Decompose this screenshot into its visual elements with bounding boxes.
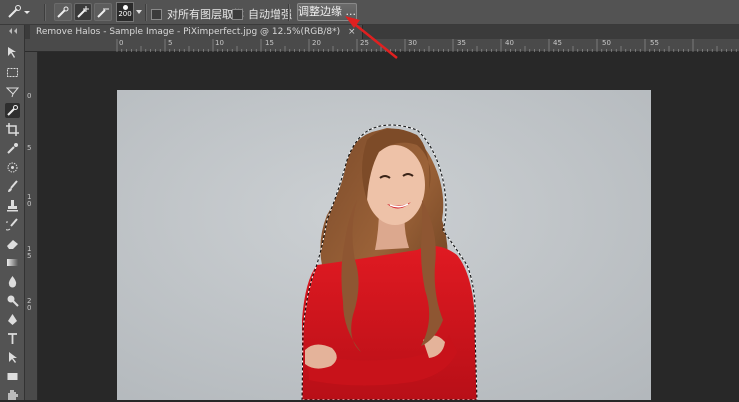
ruler-label: 45 bbox=[553, 39, 562, 47]
marquee-icon bbox=[7, 68, 18, 77]
type-icon bbox=[8, 333, 17, 344]
path-selection-tool[interactable] bbox=[5, 350, 20, 365]
ruler-label: 15 bbox=[265, 39, 274, 47]
document-tab-bar: Remove Halos - Sample Image - PiXimperfe… bbox=[25, 25, 739, 39]
sample-all-layers-checkbox[interactable]: 对所有图层取样 bbox=[151, 6, 244, 22]
eyedropper-icon bbox=[7, 143, 18, 154]
eraser-tool[interactable] bbox=[5, 236, 20, 251]
checkbox-box[interactable] bbox=[232, 8, 243, 20]
ruler-label: 5 bbox=[27, 144, 32, 152]
separator bbox=[44, 4, 46, 21]
ruler-label: 1 5 bbox=[27, 245, 32, 260]
ruler-label: 20 bbox=[312, 39, 321, 47]
image-canvas[interactable] bbox=[117, 90, 651, 400]
brush-subtract-icon bbox=[97, 8, 109, 18]
stamp-tool[interactable] bbox=[5, 198, 20, 213]
ruler-label: 2 0 bbox=[27, 297, 32, 312]
brush-tool[interactable] bbox=[5, 179, 20, 194]
ruler-label: 40 bbox=[505, 39, 514, 47]
ruler-label: 30 bbox=[408, 39, 417, 47]
gradient-icon bbox=[7, 259, 18, 266]
add-to-selection-button[interactable] bbox=[74, 3, 92, 21]
eraser-icon bbox=[7, 240, 18, 249]
quick-selection-icon bbox=[8, 5, 30, 18]
separator bbox=[288, 4, 290, 21]
brush-size-picker[interactable]: 200 bbox=[116, 2, 134, 22]
brush-icon bbox=[8, 180, 18, 192]
lasso-icon bbox=[6, 87, 19, 98]
type-tool[interactable] bbox=[5, 331, 20, 346]
healing-icon bbox=[7, 162, 18, 173]
gradient-tool[interactable] bbox=[5, 255, 20, 270]
hand-icon bbox=[8, 390, 18, 400]
dodge-icon bbox=[7, 295, 19, 307]
pen-tool[interactable] bbox=[5, 312, 20, 327]
document-title: Remove Halos - Sample Image - PiXimperfe… bbox=[36, 27, 341, 37]
ruler-label: 0 bbox=[119, 39, 124, 47]
quick-selection-tool[interactable] bbox=[5, 103, 20, 118]
move-tool[interactable] bbox=[5, 45, 20, 60]
history-brush-icon bbox=[6, 218, 18, 231]
history-brush-tool[interactable] bbox=[5, 217, 20, 232]
lasso-tool[interactable] bbox=[5, 84, 20, 99]
ruler-label: 5 bbox=[168, 39, 173, 47]
document-tab[interactable]: Remove Halos - Sample Image - PiXimperfe… bbox=[30, 25, 363, 39]
horizontal-ruler-ticks bbox=[116, 39, 737, 52]
dodge-tool[interactable] bbox=[5, 293, 20, 308]
auto-enhance-checkbox[interactable]: 自动增强 bbox=[232, 6, 292, 22]
brush-picker-chevron-icon[interactable] bbox=[136, 9, 142, 15]
ruler-label: 0 bbox=[27, 92, 32, 100]
options-bar: 200 对所有图层取样 自动增强 调整边缘 ... bbox=[0, 0, 739, 25]
ruler-label: 10 bbox=[215, 39, 224, 47]
move-icon bbox=[8, 47, 16, 58]
brush-new-icon bbox=[57, 6, 69, 18]
crop-tool[interactable] bbox=[5, 122, 20, 137]
ruler-label: 25 bbox=[360, 39, 369, 47]
ruler-label: 1 0 bbox=[27, 193, 32, 208]
quick-selection-icon bbox=[7, 105, 18, 116]
panel-collapse-icon[interactable] bbox=[9, 28, 17, 34]
separator bbox=[145, 4, 147, 21]
tools-panel bbox=[0, 25, 25, 400]
subtract-from-selection-button[interactable] bbox=[94, 3, 112, 21]
horizontal-ruler[interactable]: 0 5 10 15 20 25 30 35 40 45 50 55 bbox=[25, 39, 739, 52]
eyedropper-tool[interactable] bbox=[5, 141, 20, 156]
healing-tool[interactable] bbox=[5, 160, 20, 175]
ruler-label: 55 bbox=[650, 39, 659, 47]
auto-enhance-label: 自动增强 bbox=[248, 8, 292, 21]
crop-icon bbox=[6, 123, 19, 136]
brush-size-value: 200 bbox=[118, 10, 132, 18]
close-tab-icon[interactable]: × bbox=[348, 27, 356, 37]
new-selection-button[interactable] bbox=[54, 3, 72, 21]
refine-edge-button[interactable]: 调整边缘 ... bbox=[297, 3, 357, 21]
tool-preset-picker[interactable] bbox=[6, 3, 32, 21]
rectangle-tool[interactable] bbox=[5, 369, 20, 384]
marquee-tool[interactable] bbox=[5, 65, 20, 80]
ruler-label: 50 bbox=[602, 39, 611, 47]
blur-icon bbox=[8, 276, 17, 288]
hand bbox=[305, 344, 337, 369]
brush-add-icon bbox=[77, 6, 89, 18]
path-selection-icon bbox=[9, 352, 17, 363]
ruler-label: 35 bbox=[457, 39, 466, 47]
vertical-ruler[interactable]: 0 5 1 0 1 5 2 0 bbox=[25, 52, 38, 400]
pen-icon bbox=[8, 314, 17, 325]
rectangle-icon bbox=[7, 373, 18, 380]
blur-tool[interactable] bbox=[5, 274, 20, 289]
portrait-photo bbox=[117, 90, 651, 400]
stamp-icon bbox=[7, 200, 18, 212]
checkbox-box[interactable] bbox=[151, 8, 162, 20]
